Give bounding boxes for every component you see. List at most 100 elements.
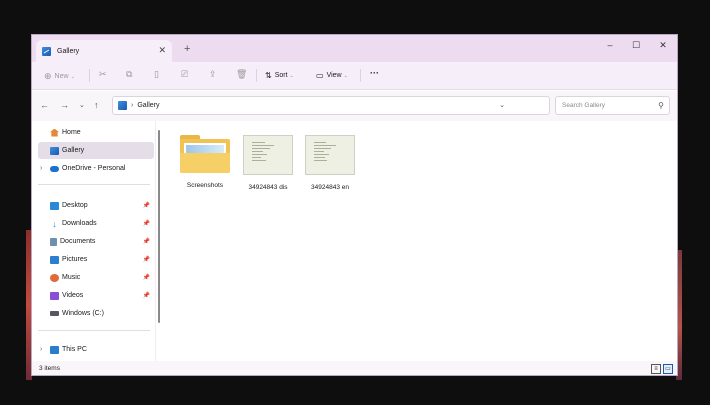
paste-button[interactable]: ▯	[154, 69, 159, 80]
sidebar-item-windows-c[interactable]: Windows (C:)	[38, 305, 154, 322]
address-row: ← → ⌄ ↑ › Gallery ⌄ ↻ Search Gallery ⚲	[32, 91, 677, 121]
pin-icon[interactable]: 📌	[143, 274, 150, 281]
expand-chevron-icon[interactable]: ›	[40, 346, 42, 353]
sidebar-item-label: Downloads	[62, 220, 97, 227]
toolbar-separator	[89, 69, 90, 82]
computer-icon	[50, 345, 59, 354]
breadcrumb-gallery[interactable]: Gallery	[137, 102, 159, 109]
forward-arrow-icon[interactable]: →	[60, 100, 69, 110]
download-icon: ↓	[52, 218, 57, 229]
documents-icon	[50, 237, 57, 246]
sidebar-item-label: Videos	[62, 292, 84, 299]
new-tab-button[interactable]: +	[184, 43, 190, 55]
search-input[interactable]: Search Gallery ⚲	[555, 96, 670, 115]
tab-close-icon[interactable]: ✕	[158, 45, 166, 56]
sidebar-item-pictures[interactable]: Pictures 📌	[38, 251, 154, 268]
tab-gallery[interactable]: Gallery ✕	[36, 40, 172, 62]
copy-button[interactable]: ⧉	[126, 69, 132, 80]
trash-icon: 🗑	[236, 69, 248, 79]
sidebar-item-label: Windows (C:)	[62, 310, 105, 317]
videos-icon	[50, 291, 59, 300]
recent-locations-chevron-icon[interactable]: ⌄	[79, 101, 85, 109]
toolbar-separator	[360, 69, 361, 82]
sidebar-item-music[interactable]: Music 📌	[38, 269, 154, 286]
close-button[interactable]: ✕	[656, 40, 670, 51]
file-name: Screenshots	[186, 182, 224, 189]
maximize-button[interactable]: ☐	[629, 40, 643, 51]
pane-splitter[interactable]	[155, 121, 156, 361]
cloud-icon	[50, 165, 59, 172]
pin-icon[interactable]: 📌	[143, 256, 150, 263]
cut-button[interactable]: ✂	[99, 69, 107, 80]
file-item-image[interactable]: 34924843 en	[300, 135, 360, 191]
sidebar-item-onedrive[interactable]: › OneDrive - Personal	[38, 160, 154, 177]
nav-scrollbar[interactable]	[158, 130, 160, 323]
gallery-icon	[50, 146, 59, 155]
status-bar: 3 items ≡ ▭	[32, 361, 677, 375]
address-bar[interactable]: › Gallery ⌄ ↻	[112, 96, 567, 115]
new-button-label: New	[54, 73, 69, 80]
navigation-pane: Home Gallery › OneDrive - Personal Deskt…	[32, 121, 160, 361]
search-placeholder: Search Gallery	[562, 102, 605, 109]
sidebar-item-label: Desktop	[62, 202, 88, 209]
item-count: 3 items	[39, 365, 60, 372]
sidebar-item-label: This PC	[62, 346, 87, 353]
file-name: 34924843 dis	[248, 184, 288, 191]
gallery-icon	[42, 46, 51, 56]
paste-icon: ▯	[154, 69, 159, 79]
thumbnail-view-icon[interactable]: ▭	[663, 364, 673, 374]
view-button[interactable]: ▭ View ⌄	[316, 71, 348, 80]
command-bar: ⊕ New ⌄ ✂ ⧉ ▯ ⎚ ⇪ 🗑 ⇅ Sort ⌄ ▭ View ⌄ ··…	[32, 62, 677, 90]
pictures-icon	[50, 255, 59, 264]
sidebar-item-desktop[interactable]: Desktop 📌	[38, 197, 154, 214]
sidebar-item-label: Documents	[60, 238, 96, 245]
file-item-screenshots[interactable]: Screenshots	[175, 135, 235, 189]
sidebar-item-label: Gallery	[62, 147, 85, 154]
share-button[interactable]: ⇪	[209, 69, 217, 80]
nav-divider	[38, 184, 150, 185]
share-icon: ⇪	[209, 69, 217, 79]
details-view-icon[interactable]: ≡	[651, 364, 661, 374]
sidebar-item-label: Home	[62, 129, 81, 136]
more-options-button[interactable]: ···	[370, 68, 379, 78]
plus-circle-icon: ⊕	[44, 71, 52, 81]
expand-chevron-icon[interactable]: ›	[40, 165, 42, 172]
delete-button[interactable]: 🗑	[236, 69, 247, 80]
file-name: 34924843 en	[311, 184, 349, 191]
nav-divider	[38, 330, 150, 331]
music-icon	[50, 273, 59, 282]
pin-icon[interactable]: 📌	[143, 292, 150, 299]
sidebar-item-this-pc[interactable]: › This PC	[38, 341, 154, 358]
pin-icon[interactable]: 📌	[143, 238, 150, 245]
file-list: Screenshots 34924843 dis 34924843 en	[163, 121, 677, 361]
up-arrow-icon[interactable]: ↑	[94, 100, 99, 110]
tab-title: Gallery	[57, 47, 80, 55]
scissors-icon: ✂	[99, 69, 107, 79]
pin-icon[interactable]: 📌	[143, 202, 150, 209]
rename-button[interactable]: ⎚	[181, 69, 188, 80]
breadcrumb-chevron-icon[interactable]: ›	[131, 102, 133, 109]
pin-icon[interactable]: 📌	[143, 220, 150, 227]
sidebar-item-downloads[interactable]: ↓ Downloads 📌	[38, 215, 154, 232]
toolbar-separator	[256, 69, 257, 82]
address-dropdown-icon[interactable]: ⌄	[499, 101, 505, 109]
gallery-icon	[118, 101, 127, 110]
file-item-image[interactable]: 34924843 dis	[238, 135, 298, 191]
home-icon	[50, 128, 59, 137]
chevron-down-icon: ⌄	[70, 73, 75, 80]
sidebar-item-documents[interactable]: Documents 📌	[38, 233, 154, 250]
back-arrow-icon[interactable]: ←	[40, 100, 49, 110]
sidebar-item-label: OneDrive - Personal	[62, 165, 126, 172]
sort-icon: ⇅	[265, 71, 272, 80]
sidebar-item-videos[interactable]: Videos 📌	[38, 287, 154, 304]
rename-icon: ⎚	[181, 69, 189, 79]
new-button[interactable]: ⊕ New ⌄	[44, 71, 75, 82]
drive-icon	[50, 311, 59, 316]
chevron-down-icon: ⌄	[289, 72, 294, 79]
sort-button[interactable]: ⇅ Sort ⌄	[265, 71, 294, 80]
sidebar-item-gallery[interactable]: Gallery	[38, 142, 154, 159]
file-explorer-window: Gallery ✕ + – ☐ ✕ ⊕ New ⌄ ✂ ⧉ ▯ ⎚ ⇪ 🗑 ⇅ …	[31, 34, 678, 376]
sidebar-item-home[interactable]: Home	[38, 124, 154, 141]
folder-icon	[180, 135, 230, 173]
minimize-button[interactable]: –	[603, 40, 617, 50]
